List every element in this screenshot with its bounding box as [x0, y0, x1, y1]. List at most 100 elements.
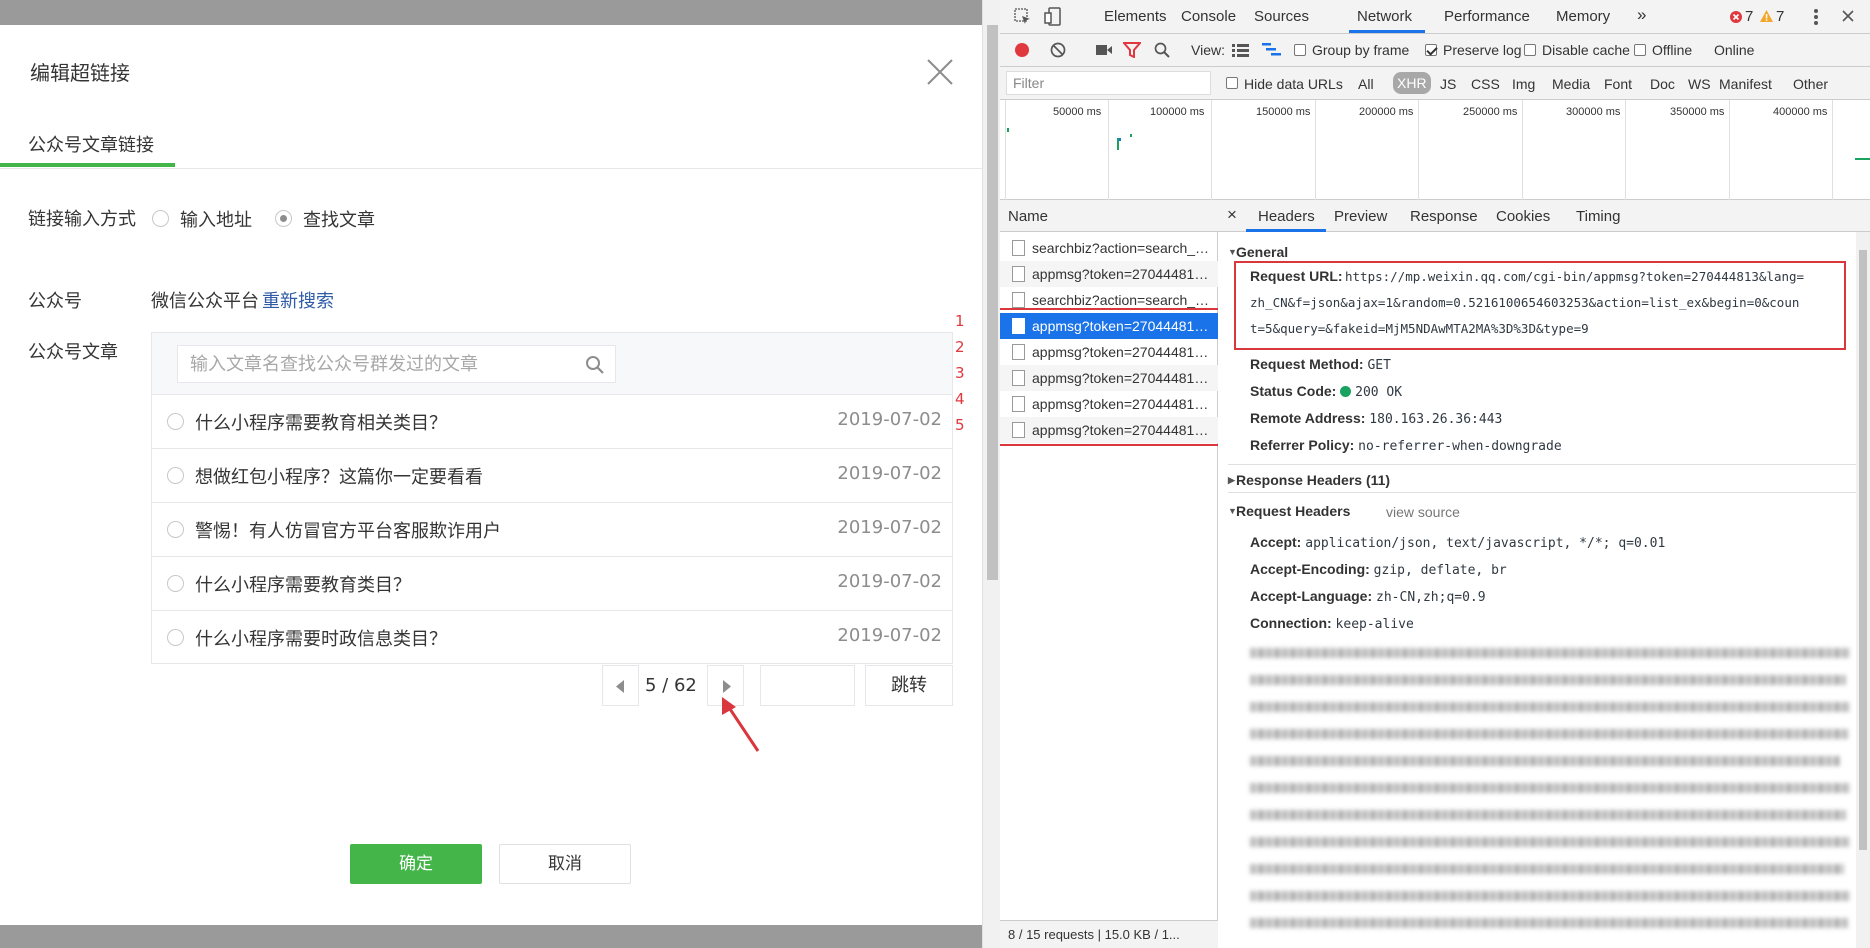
- article-radio[interactable]: [167, 575, 184, 592]
- remote-address-row: Remote Address: 180.163.26.36:443: [1250, 410, 1502, 427]
- annotation-number: 5: [955, 416, 965, 434]
- article-radio[interactable]: [167, 521, 184, 538]
- request-row[interactable]: searchbiz?action=search_biz&: [1000, 235, 1218, 261]
- waterfall-icon[interactable]: [1262, 43, 1281, 57]
- article-row[interactable]: 警惕！有人仿冒官方平台客服欺诈用户 2019-07-02: [152, 503, 952, 557]
- filter-type-manifest[interactable]: Manifest: [1719, 76, 1772, 92]
- article-search-field[interactable]: [177, 345, 616, 383]
- offline-checkbox[interactable]: [1634, 44, 1646, 56]
- tab-timing[interactable]: Timing: [1576, 208, 1620, 225]
- disable-cache-checkbox[interactable]: [1524, 44, 1536, 56]
- close-icon[interactable]: [925, 57, 955, 87]
- preserve-log-label[interactable]: Preserve log: [1443, 42, 1522, 58]
- offline-label[interactable]: Offline: [1652, 42, 1692, 58]
- filter-input[interactable]: [1007, 72, 1210, 94]
- page-scrollbar[interactable]: [982, 0, 1000, 948]
- radio-input-url-label[interactable]: 输入地址: [180, 206, 252, 232]
- article-row[interactable]: 想做红包小程序？这篇你一定要看看 2019-07-02: [152, 449, 952, 503]
- group-by-frame-checkbox[interactable]: [1294, 44, 1306, 56]
- tab-article-link[interactable]: 公众号文章链接: [28, 131, 154, 157]
- tab-preview[interactable]: Preview: [1334, 208, 1387, 225]
- kebab-menu-icon[interactable]: [1813, 8, 1819, 26]
- filter-type-media[interactable]: Media: [1552, 76, 1590, 92]
- throttle-select[interactable]: Online: [1714, 42, 1754, 58]
- confirm-button[interactable]: 确定: [350, 844, 482, 884]
- filter-type-font[interactable]: Font: [1604, 76, 1632, 92]
- article-title: 想做红包小程序？这篇你一定要看看: [195, 467, 483, 488]
- scrollbar-thumb[interactable]: [987, 25, 998, 580]
- referrer-policy-key: Referrer Policy:: [1250, 437, 1355, 453]
- scrollbar-thumb[interactable]: [1859, 250, 1867, 850]
- tab-performance[interactable]: Performance: [1444, 8, 1530, 25]
- request-row[interactable]: appmsg?token=270444813&lang: [1000, 261, 1218, 287]
- article-radio[interactable]: [167, 413, 184, 430]
- article-title: 警惕！有人仿冒官方平台客服欺诈用户: [195, 521, 501, 542]
- search-icon[interactable]: [1154, 42, 1170, 58]
- clear-icon[interactable]: [1050, 42, 1066, 58]
- article-date: 2019-07-02: [837, 409, 942, 430]
- article-row[interactable]: 什么小程序需要教育类目？ 2019-07-02: [152, 557, 952, 611]
- article-search-input[interactable]: [190, 352, 570, 376]
- response-headers-section[interactable]: ▶ Response Headers (11): [1228, 472, 1390, 488]
- network-overview-timeline[interactable]: 50000 ms 100000 ms 150000 ms 200000 ms 2…: [1000, 100, 1870, 200]
- article-radio[interactable]: [167, 629, 184, 646]
- inspect-element-icon[interactable]: [1014, 8, 1032, 26]
- hide-data-urls-checkbox[interactable]: [1226, 77, 1238, 89]
- large-rows-icon[interactable]: [1232, 43, 1249, 57]
- devtools-tabbar: Elements Console Sources Network Perform…: [1000, 0, 1870, 34]
- prev-page-button[interactable]: [602, 665, 639, 706]
- article-row[interactable]: 什么小程序需要时政信息类目？ 2019-07-02: [152, 611, 952, 665]
- device-toolbar-icon[interactable]: [1044, 7, 1062, 27]
- name-column-header[interactable]: Name: [1000, 200, 1218, 232]
- view-source-link[interactable]: view source: [1386, 504, 1460, 520]
- search-icon[interactable]: [585, 355, 605, 375]
- tab-headers[interactable]: Headers: [1258, 208, 1315, 225]
- blurred-cookie-text: [1250, 648, 1850, 658]
- hide-data-urls-label[interactable]: Hide data URLs: [1244, 76, 1343, 92]
- tab-response[interactable]: Response: [1410, 208, 1478, 225]
- jump-button[interactable]: 跳转: [865, 665, 953, 706]
- filter-type-other[interactable]: Other: [1793, 76, 1828, 92]
- detail-scrollbar[interactable]: [1856, 232, 1870, 948]
- record-icon[interactable]: [1014, 42, 1030, 58]
- tab-memory[interactable]: Memory: [1556, 8, 1610, 25]
- request-headers-section[interactable]: ▼ Request Headers: [1228, 503, 1350, 519]
- filter-type-doc[interactable]: Doc: [1650, 76, 1675, 92]
- filter-type-js[interactable]: JS: [1440, 76, 1456, 92]
- page-jump-input[interactable]: [760, 665, 855, 706]
- filter-field[interactable]: [1006, 71, 1211, 95]
- blurred-cookie-text: [1250, 675, 1846, 685]
- general-section-header[interactable]: ▼ General: [1228, 244, 1288, 260]
- article-row[interactable]: 什么小程序需要教育相关类目？ 2019-07-02: [152, 395, 952, 449]
- filter-type-img[interactable]: Img: [1512, 76, 1535, 92]
- active-tab-indicator: [0, 163, 175, 167]
- radio-input-url[interactable]: [152, 210, 169, 227]
- filter-type-ws[interactable]: WS: [1688, 76, 1711, 92]
- disable-cache-label[interactable]: Disable cache: [1542, 42, 1630, 58]
- tab-sources[interactable]: Sources: [1254, 8, 1309, 25]
- group-by-frame-label[interactable]: Group by frame: [1312, 42, 1409, 58]
- article-date: 2019-07-02: [837, 625, 942, 646]
- tab-elements[interactable]: Elements: [1104, 8, 1167, 25]
- warning-count[interactable]: 7: [1776, 8, 1784, 25]
- tab-console[interactable]: Console: [1181, 8, 1236, 25]
- tab-cookies[interactable]: Cookies: [1496, 208, 1550, 225]
- article-radio[interactable]: [167, 467, 184, 484]
- close-detail-button[interactable]: ×: [1227, 205, 1237, 225]
- blurred-cookie-text: [1250, 864, 1844, 874]
- filter-type-css[interactable]: CSS: [1471, 76, 1500, 92]
- error-count[interactable]: 7: [1745, 8, 1753, 25]
- tab-network[interactable]: Network: [1357, 8, 1412, 25]
- preserve-log-checkbox[interactable]: [1425, 44, 1437, 56]
- page-background: 编辑超链接 公众号文章链接 链接输入方式 输入地址 查找文章 公众号 微信公众平…: [0, 0, 982, 948]
- cancel-button[interactable]: 取消: [499, 844, 631, 884]
- screenshot-icon[interactable]: [1095, 43, 1113, 57]
- radio-find-article-label[interactable]: 查找文章: [303, 206, 375, 232]
- radio-find-article[interactable]: [275, 210, 292, 227]
- more-tabs-button[interactable]: »: [1637, 5, 1646, 25]
- close-devtools-icon[interactable]: [1841, 9, 1855, 23]
- research-link[interactable]: 重新搜索: [262, 287, 334, 313]
- filter-type-xhr[interactable]: XHR: [1393, 72, 1431, 94]
- filter-type-all[interactable]: All: [1358, 76, 1374, 92]
- filter-icon[interactable]: [1123, 42, 1141, 58]
